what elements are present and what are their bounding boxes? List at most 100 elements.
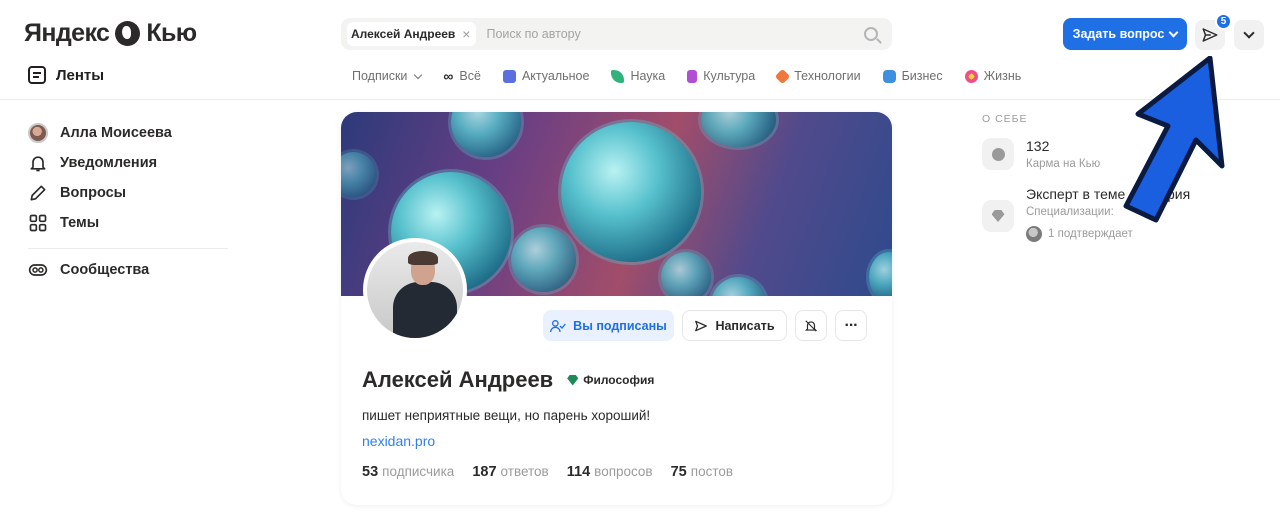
flower-icon xyxy=(964,69,978,83)
author-filter-chip[interactable]: Алексей Андреев × xyxy=(347,22,477,46)
actual-icon xyxy=(502,69,516,83)
ask-question-button[interactable]: Задать вопрос xyxy=(1063,18,1187,50)
culture-icon xyxy=(687,69,698,83)
search-icon[interactable] xyxy=(864,27,878,41)
confirm-label: 1 подтверждает xyxy=(1048,228,1133,240)
sidebar-item-label: Сообщества xyxy=(60,262,150,278)
technology-icon xyxy=(774,68,791,84)
profile-bio: пишет неприятные вещи, но парень хороший… xyxy=(362,408,651,423)
leaf-icon xyxy=(611,69,625,83)
stat-label: вопросов xyxy=(594,464,653,479)
author-chip-label: Алексей Андреев xyxy=(351,27,456,41)
diamond-icon xyxy=(982,200,1014,232)
avatar-body xyxy=(393,282,457,338)
user-avatar xyxy=(28,123,48,143)
sidebar-item-label: Вопросы xyxy=(60,185,127,201)
tab-label: Бизнес xyxy=(901,69,943,83)
profile-name-row: Алексей Андреев Философия xyxy=(362,367,654,393)
cover-decoration xyxy=(561,122,701,262)
karma-icon xyxy=(982,138,1014,170)
tab-science[interactable]: Наука xyxy=(611,69,665,83)
profile-avatar xyxy=(363,238,467,342)
feeds-link[interactable]: Ленты xyxy=(28,66,104,84)
diamond-icon xyxy=(567,374,579,386)
profile-website-link[interactable]: nexidan.pro xyxy=(362,433,435,449)
cover-decoration xyxy=(341,152,376,197)
more-icon: ··· xyxy=(844,316,859,334)
cover-decoration xyxy=(869,252,892,296)
tab-label: Технологии xyxy=(794,69,861,83)
profile-card: Вы подписаны Написать ··· Алексей Андрее… xyxy=(341,112,892,505)
user-menu-button[interactable] xyxy=(1234,20,1264,50)
sidebar-divider xyxy=(28,248,228,249)
chevron-down-icon xyxy=(1168,27,1179,37)
grid-icon xyxy=(29,214,47,232)
sidebar-item-label: Алла Моисеева xyxy=(60,125,172,141)
subscribed-button[interactable]: Вы подписаны xyxy=(543,310,674,341)
logo-text-right: Кью xyxy=(146,19,197,47)
stat-value: 75 xyxy=(670,464,687,480)
tab-subscriptions[interactable]: Подписки xyxy=(352,69,423,83)
category-tabs: Подписки ∞ Всё Актуальное Наука Культура… xyxy=(352,68,1043,84)
avatar xyxy=(1026,226,1042,242)
subscribed-label: Вы подписаны xyxy=(573,318,667,333)
cover-decoration xyxy=(661,252,711,296)
sidebar-item-communities[interactable]: Сообщества xyxy=(28,255,234,285)
stat-value: 187 xyxy=(472,464,497,480)
stat-questions[interactable]: 114 вопросов xyxy=(567,464,653,480)
about-heading: О СЕБЕ xyxy=(982,113,1028,125)
cover-decoration xyxy=(451,112,521,157)
tab-all[interactable]: ∞ Всё xyxy=(443,68,481,84)
stat-answers[interactable]: 187 ответов xyxy=(472,464,548,480)
karma-label: Карма на Кью xyxy=(1026,158,1101,170)
sidebar-item-label: Уведомления xyxy=(60,155,158,171)
chevron-down-icon xyxy=(414,70,423,79)
topic-label: Философия xyxy=(583,373,655,387)
write-label: Написать xyxy=(715,318,775,333)
tab-label: Наука xyxy=(630,69,666,83)
chevron-down-icon xyxy=(1243,27,1255,39)
left-sidebar: Алла Моисеева Уведомления Вопросы Темы С… xyxy=(28,118,234,285)
sidebar-item-label: Темы xyxy=(60,215,100,231)
logo[interactable]: Яндекс Кью xyxy=(24,19,197,48)
pencil-icon xyxy=(30,185,46,201)
karma-value: 132 xyxy=(1026,138,1050,154)
karma-shape xyxy=(991,147,1005,161)
send-icon xyxy=(695,320,708,331)
stat-value: 114 xyxy=(566,464,591,480)
search-input[interactable] xyxy=(476,27,864,41)
chip-close-icon[interactable]: × xyxy=(462,26,470,42)
tab-technology[interactable]: Технологии xyxy=(774,68,861,84)
mute-notifications-button[interactable] xyxy=(795,310,827,341)
tab-actual[interactable]: Актуальное xyxy=(502,69,590,83)
stat-posts[interactable]: 75 постов xyxy=(671,464,733,480)
stat-label: подписчика xyxy=(382,464,455,479)
tab-label: Подписки xyxy=(352,69,408,83)
cover-decoration xyxy=(711,277,766,296)
more-options-button[interactable]: ··· xyxy=(835,310,867,341)
avatar-hair xyxy=(408,251,438,265)
stat-label: постов xyxy=(690,464,734,479)
search-bar[interactable]: Алексей Андреев × xyxy=(341,18,892,50)
top-header: Яндекс Кью Ленты Алексей Андреев × Задат… xyxy=(0,0,1280,100)
feed-icon xyxy=(28,66,46,84)
tab-life[interactable]: Жизнь xyxy=(964,69,1021,83)
messages-badge: 5 xyxy=(1215,13,1232,30)
stat-label: ответов xyxy=(500,464,549,479)
logo-mark-icon xyxy=(115,21,141,46)
karma-row: 132 Карма на Кью xyxy=(982,138,1100,170)
tab-business[interactable]: Бизнес xyxy=(882,69,943,83)
stat-followers[interactable]: 53 подписчика xyxy=(362,464,454,480)
send-icon xyxy=(1202,28,1218,42)
sidebar-item-topics[interactable]: Темы xyxy=(28,192,234,238)
expert-topic[interactable]: Философия xyxy=(567,373,654,387)
tab-label: Всё xyxy=(459,69,481,83)
infinity-icon: ∞ xyxy=(443,68,454,84)
write-message-button[interactable]: Написать xyxy=(682,310,787,341)
ask-question-label: Задать вопрос xyxy=(1072,27,1165,41)
tab-label: Актуальное xyxy=(521,69,590,83)
tab-culture[interactable]: Культура xyxy=(687,69,755,83)
community-icon xyxy=(28,264,48,276)
profile-stats: 53 подписчика 187 ответов 114 вопросов 7… xyxy=(362,464,733,480)
expert-confirmations[interactable]: 1 подтверждает xyxy=(1026,226,1190,242)
